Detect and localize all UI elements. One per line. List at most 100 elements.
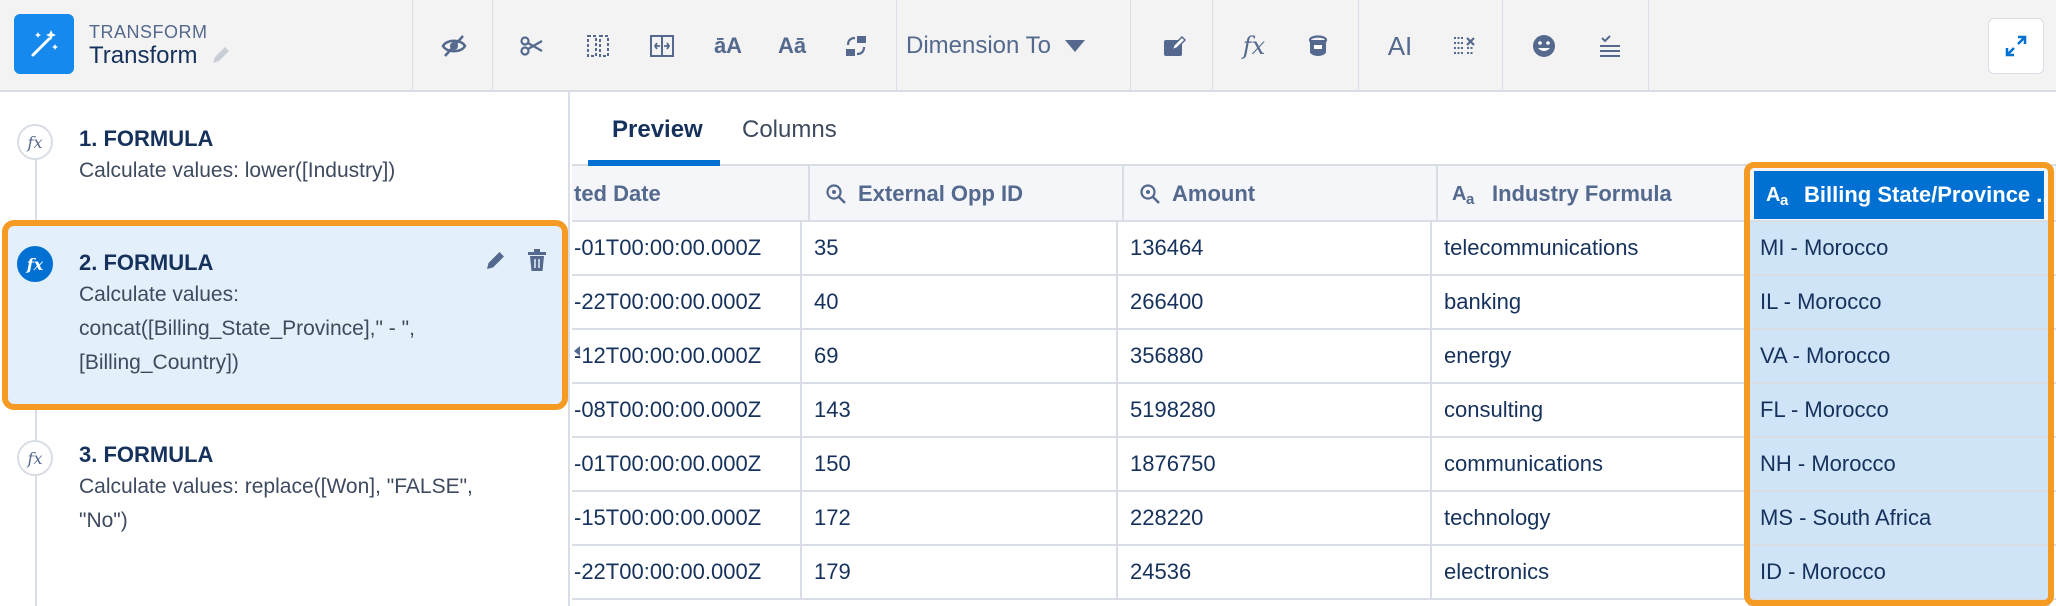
column-header-label: Industry Formula bbox=[1492, 181, 1672, 206]
table-cell: 1876750 bbox=[1118, 438, 1432, 490]
column-header-date[interactable]: ted Date bbox=[572, 166, 810, 222]
table-cell: 179 bbox=[802, 546, 1118, 598]
table-row[interactable]: -22T00:00:00.000Z 179 24536 electronics … bbox=[572, 546, 2056, 600]
smiley-icon[interactable] bbox=[1526, 28, 1562, 64]
toolbar-divider bbox=[1358, 0, 1359, 92]
table-row[interactable]: -01T00:00:00.000Z 150 1876750 communicat… bbox=[572, 438, 2056, 492]
formula-icon[interactable]: fx bbox=[1236, 28, 1272, 64]
column-header-industry-formula[interactable]: Aa Industry Formula bbox=[1438, 166, 1748, 222]
table-row[interactable]: -12T00:00:00.000Z 69 356880 energy VA - … bbox=[572, 330, 2056, 384]
table-cell: 143 bbox=[802, 384, 1118, 436]
column-header-label: Amount bbox=[1172, 181, 1256, 206]
dimension-select[interactable]: Dimension To bbox=[906, 26, 1116, 66]
uppercase-icon[interactable]: Aā bbox=[774, 28, 810, 64]
step-description: Calculate values: replace([Won], "FALSE"… bbox=[79, 475, 473, 532]
bucket-icon[interactable] bbox=[1300, 28, 1336, 64]
table-cell: -01T00:00:00.000Z bbox=[572, 438, 802, 490]
step-description: Calculate values: concat([Billing_State_… bbox=[79, 283, 415, 374]
table-cell: 356880 bbox=[1118, 330, 1432, 382]
table-cell: electronics bbox=[1432, 546, 1748, 598]
edit-pencil-icon[interactable] bbox=[484, 248, 508, 272]
chevron-down-icon bbox=[1064, 40, 1085, 52]
replace-icon[interactable] bbox=[838, 28, 874, 64]
expand-icon bbox=[2005, 35, 2027, 57]
expand-button[interactable] bbox=[1988, 18, 2044, 74]
formula-icon: fx bbox=[17, 124, 53, 160]
table-cell: technology bbox=[1432, 492, 1748, 544]
svg-text:a: a bbox=[1780, 192, 1789, 207]
table-cell: VA - Morocco bbox=[1760, 343, 1891, 368]
table-cell: 40 bbox=[802, 276, 1118, 328]
measure-icon bbox=[826, 184, 846, 204]
column-header-amount[interactable]: Amount bbox=[1124, 166, 1438, 222]
table-cell: energy bbox=[1432, 330, 1748, 382]
column-header-billing-state[interactable]: Aa Billing State/Province ... bbox=[1754, 171, 2044, 219]
table-cell: 5198280 bbox=[1118, 384, 1432, 436]
column-header-label: ted Date bbox=[574, 181, 661, 206]
formula-icon: fx bbox=[17, 246, 53, 282]
table-cell: -12T00:00:00.000Z bbox=[572, 330, 802, 382]
formula-icon: fx bbox=[17, 440, 53, 476]
table-cell: 35 bbox=[802, 222, 1118, 274]
step-title: 2. FORMULA bbox=[79, 250, 214, 275]
table-cell: 228220 bbox=[1118, 492, 1432, 544]
toolbar-divider bbox=[1130, 0, 1131, 92]
table-cell: communications bbox=[1432, 438, 1748, 490]
text-cursor-icon[interactable]: AI bbox=[1382, 28, 1418, 64]
magic-wand-icon bbox=[14, 14, 74, 74]
table-cell: IL - Morocco bbox=[1760, 289, 1882, 314]
preview-area: Preview Columns ted Date External Opp ID… bbox=[572, 92, 2056, 606]
steps-panel: fx 1. FORMULA Calculate values: lower([I… bbox=[0, 92, 570, 606]
preview-grid: ted Date External Opp ID Amount Aa Indus… bbox=[572, 166, 2056, 606]
tab-columns[interactable]: Columns bbox=[742, 116, 837, 144]
edit-tag-icon[interactable] bbox=[1156, 28, 1192, 64]
table-cell: ID - Morocco bbox=[1760, 559, 1886, 584]
table-row[interactable]: -01T00:00:00.000Z 35 136464 telecommunic… bbox=[572, 222, 2056, 276]
table-row[interactable]: -08T00:00:00.000Z 143 5198280 consulting… bbox=[572, 384, 2056, 438]
toolbar-divider bbox=[896, 0, 897, 92]
scissors-icon[interactable] bbox=[514, 28, 550, 64]
filter-lines-icon[interactable] bbox=[1592, 28, 1628, 64]
table-cell: 150 bbox=[802, 438, 1118, 490]
toolbar-divider bbox=[412, 0, 413, 92]
split-column-icon[interactable] bbox=[580, 28, 616, 64]
table-cell: MI - Morocco bbox=[1760, 235, 1889, 260]
table-cell: NH - Morocco bbox=[1760, 451, 1896, 476]
toolbar-divider bbox=[1212, 0, 1213, 92]
table-cell: -01T00:00:00.000Z bbox=[572, 222, 802, 274]
table-cell: 172 bbox=[802, 492, 1118, 544]
delete-trash-icon[interactable] bbox=[526, 248, 548, 272]
table-cell: MS - South Africa bbox=[1760, 505, 1932, 530]
preview-tabs: Preview Columns bbox=[572, 92, 2056, 166]
lowercase-icon[interactable]: āA bbox=[710, 28, 746, 64]
app-eyebrow: TRANSFORM bbox=[89, 22, 208, 42]
table-cell: 24536 bbox=[1118, 546, 1432, 598]
table-cell: -22T00:00:00.000Z bbox=[572, 546, 802, 598]
column-header-label: Billing State/Province ... bbox=[1804, 182, 2044, 207]
text-type-icon: Aa bbox=[1452, 183, 1475, 206]
toolbar-divider bbox=[1502, 0, 1503, 92]
step-actions bbox=[484, 248, 548, 272]
step-title: 3. FORMULA bbox=[79, 442, 214, 467]
step-title: 1. FORMULA bbox=[79, 126, 214, 151]
app-title: Transform bbox=[89, 42, 198, 69]
table-row[interactable]: -15T00:00:00.000Z 172 228220 technology … bbox=[572, 492, 2056, 546]
toolbar-divider bbox=[1648, 0, 1649, 92]
svg-text:a: a bbox=[1466, 191, 1475, 206]
step-description: Calculate values: lower([Industry]) bbox=[79, 159, 396, 182]
column-header-label: External Opp ID bbox=[858, 181, 1024, 206]
tab-preview[interactable]: Preview bbox=[612, 116, 703, 144]
table-cell: FL - Morocco bbox=[1760, 397, 1889, 422]
resize-column-icon[interactable] bbox=[644, 28, 680, 64]
edit-title-icon[interactable] bbox=[210, 44, 232, 71]
text-type-icon: Aa bbox=[1766, 184, 1789, 207]
column-header-external-opp-id[interactable]: External Opp ID bbox=[810, 166, 1124, 222]
hide-eye-icon[interactable] bbox=[436, 28, 472, 64]
table-cell: telecommunications bbox=[1432, 222, 1748, 274]
toolbar-divider bbox=[492, 0, 493, 92]
table-row[interactable]: -22T00:00:00.000Z 40 266400 banking IL -… bbox=[572, 276, 2056, 330]
transform-toolbar: TRANSFORM Transform āA Aā Dimension To f… bbox=[0, 0, 2056, 92]
table-cell: 69 bbox=[802, 330, 1118, 382]
dimension-select-value: Dimension To bbox=[906, 32, 1051, 59]
clear-format-icon[interactable] bbox=[1446, 28, 1482, 64]
